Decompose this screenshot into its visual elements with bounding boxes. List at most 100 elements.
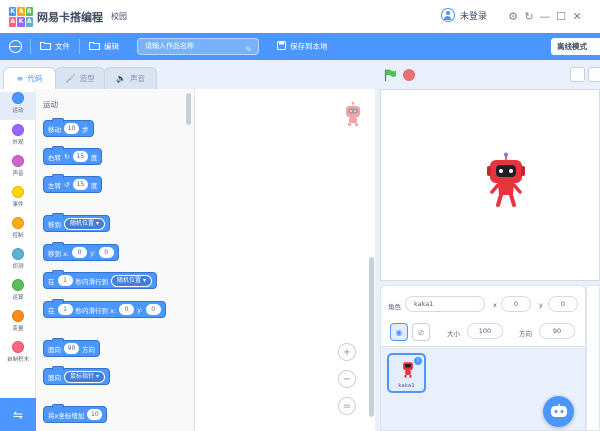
edit-menu[interactable]: 编辑 — [88, 41, 119, 52]
tab-code[interactable]: ≡ 代码 — [3, 67, 56, 89]
large-stage-icon[interactable] — [588, 67, 600, 82]
save-local-label: 保存到本地 — [290, 42, 328, 51]
sensing-dot-icon — [12, 248, 24, 260]
goto-x-input[interactable]: 0 — [72, 247, 88, 258]
size-input[interactable]: 100 — [467, 323, 503, 339]
save-local-button[interactable]: 保存到本地 — [277, 41, 328, 52]
show-sprite-eye-icon[interactable]: ◉ — [390, 323, 408, 341]
green-flag-icon[interactable] — [384, 69, 397, 81]
maximize-icon[interactable]: ☐ — [553, 9, 569, 23]
sound-dot-icon — [12, 155, 24, 167]
category-my-blocks[interactable]: 自制积木 — [0, 341, 36, 369]
category-variables[interactable]: 变量 — [0, 310, 36, 338]
block-point-towards[interactable]: 面向 鼠标指针 ▾ — [43, 366, 111, 385]
block-glide-xy[interactable]: 在 1 秒内滑行到 x: 0 y: 0 — [43, 299, 166, 318]
turn-left-degrees-input[interactable]: 15 — [72, 179, 88, 190]
x-label: x — [493, 301, 497, 309]
add-sprite-button[interactable] — [543, 396, 574, 427]
file-menu-label: 文件 — [55, 42, 70, 51]
motion-dot-icon — [12, 92, 24, 104]
tab-costumes[interactable]: 🖌 造型 — [55, 67, 105, 89]
zoom-reset-button[interactable]: = — [338, 397, 356, 415]
y-input[interactable]: 0 — [548, 296, 578, 312]
category-menu: 运动 外观 声音 事件 控制 侦测 运算 变量 自制积木 ⇋ — [0, 89, 36, 431]
chevron-down-icon: ▾ — [143, 276, 147, 284]
change-x-input[interactable]: 10 — [87, 409, 103, 420]
category-sensing[interactable]: 侦测 — [0, 248, 36, 276]
school-label: 校园 — [111, 12, 127, 21]
brush-icon: 🖌 — [65, 74, 76, 83]
kaka-robot-sprite[interactable] — [486, 152, 526, 210]
stage-canvas[interactable] — [380, 89, 600, 281]
refresh-icon[interactable]: ↻ — [521, 9, 537, 23]
sprite-name-input[interactable]: kaka1 — [405, 296, 485, 312]
settings-icon[interactable]: ⚙ — [505, 9, 521, 23]
goto-y-input[interactable]: 0 — [98, 247, 114, 258]
category-events[interactable]: 事件 — [0, 186, 36, 214]
menu-bar: 文件 编辑 请输入作品名称 ✎ 保存到本地 离线模式 — [0, 33, 600, 60]
stage-backdrop-panel[interactable] — [586, 285, 600, 431]
scripts-scrollbar[interactable] — [369, 257, 374, 417]
minimize-icon[interactable]: — — [537, 9, 553, 23]
category-looks[interactable]: 外观 — [0, 124, 36, 152]
hide-sprite-eye-icon[interactable]: ⊘ — [412, 323, 430, 341]
extension-icon: ⇋ — [12, 407, 24, 422]
tab-sounds[interactable]: 🔈 声音 — [104, 67, 157, 89]
variables-dot-icon — [12, 310, 24, 322]
glide-y-input[interactable]: 0 — [145, 304, 161, 315]
save-icon — [277, 41, 286, 52]
block-move-steps[interactable]: 移动 10 步 — [43, 118, 94, 137]
glide-target-dropdown[interactable]: 随机位置 ▾ — [111, 274, 153, 287]
category-control[interactable]: 控制 — [0, 217, 36, 245]
block-goto-xy[interactable]: 移到 x: 0 y: 0 — [43, 242, 119, 261]
sprite-info-icon[interactable]: i — [414, 357, 422, 365]
small-stage-icon[interactable] — [570, 67, 585, 82]
app-logo: K A B A K A — [9, 6, 33, 27]
speaker-icon: 🔈 — [116, 74, 126, 83]
stop-button-icon[interactable] — [403, 69, 415, 81]
point-towards-dropdown[interactable]: 鼠标指针 ▾ — [64, 370, 106, 383]
direction-input[interactable]: 90 — [64, 343, 79, 354]
direction-label: 方向 — [519, 330, 532, 338]
block-point-direction[interactable]: 面向 90 方向 — [43, 338, 100, 357]
block-change-x[interactable]: 将x坐标增加 10 — [43, 404, 108, 423]
file-menu[interactable]: 文件 — [39, 41, 70, 52]
zoom-out-button[interactable]: − — [338, 370, 356, 388]
robot-face-icon — [550, 403, 568, 420]
extensions-button[interactable]: ⇋ — [0, 398, 36, 431]
category-motion[interactable]: 运动 — [0, 92, 36, 120]
project-name-input[interactable]: 请输入作品名称 ✎ — [137, 38, 259, 55]
close-icon[interactable]: ✕ — [569, 9, 585, 23]
block-goto[interactable]: 移到 随机位置 ▾ — [43, 213, 111, 232]
offline-mode-button[interactable]: 离线模式 — [551, 38, 600, 55]
language-globe-icon[interactable] — [9, 40, 22, 53]
folder-icon — [39, 41, 52, 52]
steps-input[interactable]: 10 — [64, 123, 79, 134]
block-turn-right[interactable]: 右转 ↻ 15 度 — [43, 146, 103, 165]
glide-xy-seconds-input[interactable]: 1 — [57, 304, 73, 315]
glide-seconds-input[interactable]: 1 — [57, 275, 73, 286]
operators-dot-icon — [12, 279, 24, 291]
sprite-name-label: 角色 — [388, 303, 401, 311]
zoom-in-button[interactable]: + — [338, 343, 356, 361]
goto-target-dropdown[interactable]: 随机位置 ▾ — [64, 217, 106, 230]
menu-divider — [30, 39, 31, 54]
direction-input[interactable]: 90 — [539, 323, 575, 339]
scripts-workspace[interactable]: + − = — [195, 89, 375, 431]
y-label: y — [539, 301, 543, 309]
sprite-card-name: kaka1 — [398, 383, 415, 389]
palette-scrollbar[interactable] — [186, 93, 191, 125]
my-blocks-dot-icon — [12, 341, 24, 353]
block-turn-left[interactable]: 左转 ↺ 15 度 — [43, 174, 103, 193]
x-input[interactable]: 0 — [501, 296, 531, 312]
category-operators[interactable]: 运算 — [0, 279, 36, 307]
glide-x-input[interactable]: 0 — [119, 304, 135, 315]
sprite-card[interactable]: i kaka1 — [387, 353, 426, 393]
rotate-left-icon: ↺ — [64, 180, 70, 189]
block-glide-to[interactable]: 在 1 秒内滑行到 随机位置 ▾ — [43, 270, 158, 289]
rotate-right-icon: ↻ — [64, 152, 70, 161]
category-sound[interactable]: 声音 — [0, 155, 36, 183]
turn-right-degrees-input[interactable]: 15 — [72, 151, 88, 162]
user-icon — [441, 8, 455, 22]
user-login[interactable]: 未登录 — [441, 8, 487, 22]
